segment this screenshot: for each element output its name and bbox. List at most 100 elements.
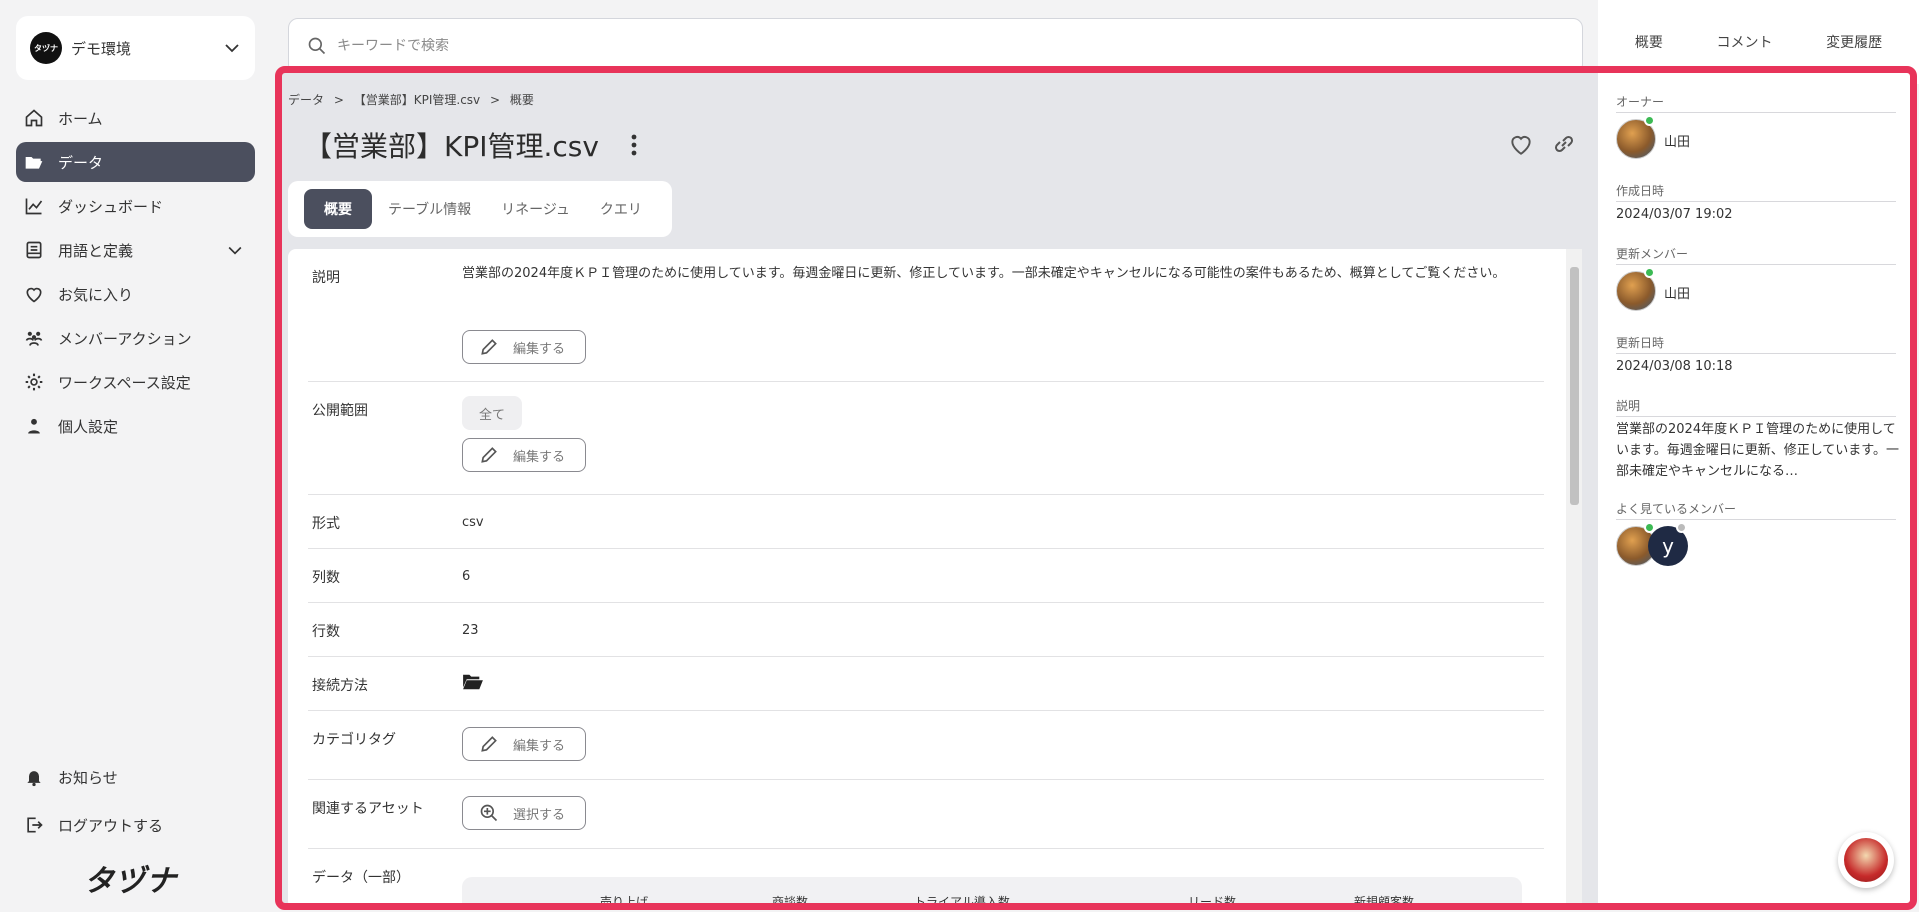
sidebar-item-label: 用語と定義 <box>58 241 134 260</box>
category-row: カテゴリタグ 編集する <box>308 711 1544 780</box>
sidebar-item-data[interactable]: データ <box>16 142 255 182</box>
connection-label: 接続方法 <box>312 678 368 694</box>
sidebar-item-logout[interactable]: ログアウトする <box>16 805 255 845</box>
more-vertical-icon[interactable] <box>624 131 644 159</box>
offline-status-dot <box>1676 522 1687 533</box>
button-label: 編集する <box>513 738 566 754</box>
panel-description: 営業部の2024年度ＫＰＩ管理のために使用しています。毎週金曜日に更新、修正して… <box>1616 422 1900 479</box>
chevron-down-icon <box>228 246 242 255</box>
sidebar-item-dashboard[interactable]: ダッシュボード <box>16 186 255 226</box>
person-icon <box>28 418 40 434</box>
workspace-name: デモ環境 <box>71 39 132 58</box>
tab-table-info[interactable]: テーブル情報 <box>388 199 471 219</box>
columns-label: 列数 <box>312 570 340 586</box>
pencil-icon <box>481 736 497 752</box>
breadcrumb-current: 概要 <box>509 93 534 107</box>
sidebar-item-glossary[interactable]: 用語と定義 <box>16 230 255 270</box>
columns-value: 6 <box>462 569 471 584</box>
viewers-label: よく見ているメンバー <box>1616 500 1896 520</box>
edit-scope-button[interactable]: 編集する <box>462 438 586 472</box>
edit-description-button[interactable]: 編集する <box>462 330 586 364</box>
breadcrumb-separator: > <box>489 93 501 107</box>
sidebar-item-label: データ <box>58 153 104 172</box>
table-header: 新規顧客数 <box>1354 895 1415 903</box>
rows-value: 23 <box>462 623 479 638</box>
users-icon <box>25 331 43 346</box>
owner-name: 山田 <box>1664 135 1691 150</box>
updater-name: 山田 <box>1664 287 1691 302</box>
table-header: 商談数 <box>772 895 809 903</box>
scope-chip: 全て <box>462 396 522 430</box>
sidebar-item-workspace-settings[interactable]: ワークスペース設定 <box>16 362 255 402</box>
format-row: 形式 csv <box>308 495 1544 549</box>
table-header: トライアル導入数 <box>914 895 1010 903</box>
book-icon <box>26 241 42 259</box>
sidebar-item-label: 個人設定 <box>58 417 119 436</box>
description-label: 説明 <box>312 270 340 286</box>
description-row: 説明 営業部の2024年度ＫＰＩ管理のために使用しています。毎週金曜日に更新、修… <box>308 249 1544 382</box>
logout-icon <box>27 817 43 833</box>
data-preview-label: データ（一部） <box>312 870 410 886</box>
page-title: 【営業部】KPI管理.csv <box>304 130 599 163</box>
assistant-button[interactable] <box>1838 832 1894 888</box>
sidebar-item-label: メンバーアクション <box>58 329 192 348</box>
sidebar-item-personal-settings[interactable]: 個人設定 <box>16 406 255 446</box>
pencil-icon <box>481 339 497 355</box>
tab-overview[interactable]: 概要 <box>304 189 372 229</box>
tab-query[interactable]: クエリ <box>600 199 642 219</box>
sidebar-item-label: ログアウトする <box>58 816 164 835</box>
online-status-dot <box>1644 115 1655 126</box>
workspace-selector[interactable]: タヅナ デモ環境 <box>16 16 255 80</box>
search-icon <box>308 37 326 55</box>
tab-lineage[interactable]: リネージュ <box>501 199 570 219</box>
sidebar-item-member-actions[interactable]: メンバーアクション <box>16 318 255 358</box>
search-input[interactable] <box>337 38 1137 54</box>
updated-value: 2024/03/08 10:18 <box>1616 359 1733 374</box>
edit-category-button[interactable]: 編集する <box>462 727 586 761</box>
favorite-heart-icon[interactable] <box>1508 131 1534 157</box>
tab-comments[interactable]: コメント <box>1716 32 1772 52</box>
breadcrumb-file[interactable]: 【営業部】KPI管理.csv <box>354 93 480 107</box>
sidebar-item-notifications[interactable]: お知らせ <box>16 757 255 797</box>
sidebar-item-label: ワークスペース設定 <box>58 373 191 392</box>
scope-row: 公開範囲 全て 編集する <box>308 382 1544 495</box>
button-label: 編集する <box>513 449 566 465</box>
breadcrumb-separator: > <box>333 93 344 107</box>
folder-open-icon <box>25 157 43 169</box>
table-header: リード数 <box>1188 895 1237 903</box>
sidebar-item-home[interactable]: ホーム <box>16 98 255 138</box>
scrollbar[interactable] <box>1566 249 1582 903</box>
brand-logo: タヅナ <box>84 864 177 899</box>
scrollbar-thumb[interactable] <box>1570 267 1579 505</box>
columns-row: 列数 6 <box>308 549 1544 603</box>
workspace-logo: タヅナ <box>30 32 62 64</box>
description-text: 営業部の2024年度ＫＰＩ管理のために使用しています。毎週金曜日に更新、修正して… <box>462 266 1506 281</box>
format-label: 形式 <box>312 516 340 532</box>
updated-label: 更新日時 <box>1616 334 1896 354</box>
select-assets-button[interactable]: 選択する <box>462 796 586 830</box>
updater-label: 更新メンバー <box>1616 245 1896 265</box>
related-assets-row: 関連するアセット 選択する <box>308 780 1544 849</box>
gear-icon <box>25 373 43 391</box>
search-bar[interactable] <box>288 18 1583 74</box>
tab-history[interactable]: 変更履歴 <box>1826 32 1882 52</box>
folder-open-icon <box>463 674 483 690</box>
chevron-down-icon <box>225 44 239 53</box>
rows-label: 行数 <box>312 624 340 640</box>
zoom-in-icon <box>480 804 498 822</box>
sidebar-item-label: お気に入り <box>58 285 134 304</box>
home-icon <box>25 109 43 127</box>
rows-row: 行数 23 <box>308 603 1544 657</box>
bell-icon <box>27 771 41 787</box>
panel-description-label: 説明 <box>1616 397 1896 417</box>
breadcrumb-data[interactable]: データ <box>288 93 324 107</box>
category-label: カテゴリタグ <box>312 732 396 748</box>
data-preview-table: 売り上げ 商談数 トライアル導入数 リード数 新規顧客数 <box>462 877 1522 903</box>
link-icon[interactable] <box>1552 131 1576 157</box>
sidebar-item-label: ダッシュボード <box>58 197 164 216</box>
content-tabs: 概要 テーブル情報 リネージュ クエリ <box>288 181 672 237</box>
owner-label: オーナー <box>1616 93 1896 113</box>
sidebar-item-favorites[interactable]: お気に入り <box>16 274 255 314</box>
scope-label: 公開範囲 <box>312 403 368 419</box>
tab-overview-panel[interactable]: 概要 <box>1635 32 1663 52</box>
